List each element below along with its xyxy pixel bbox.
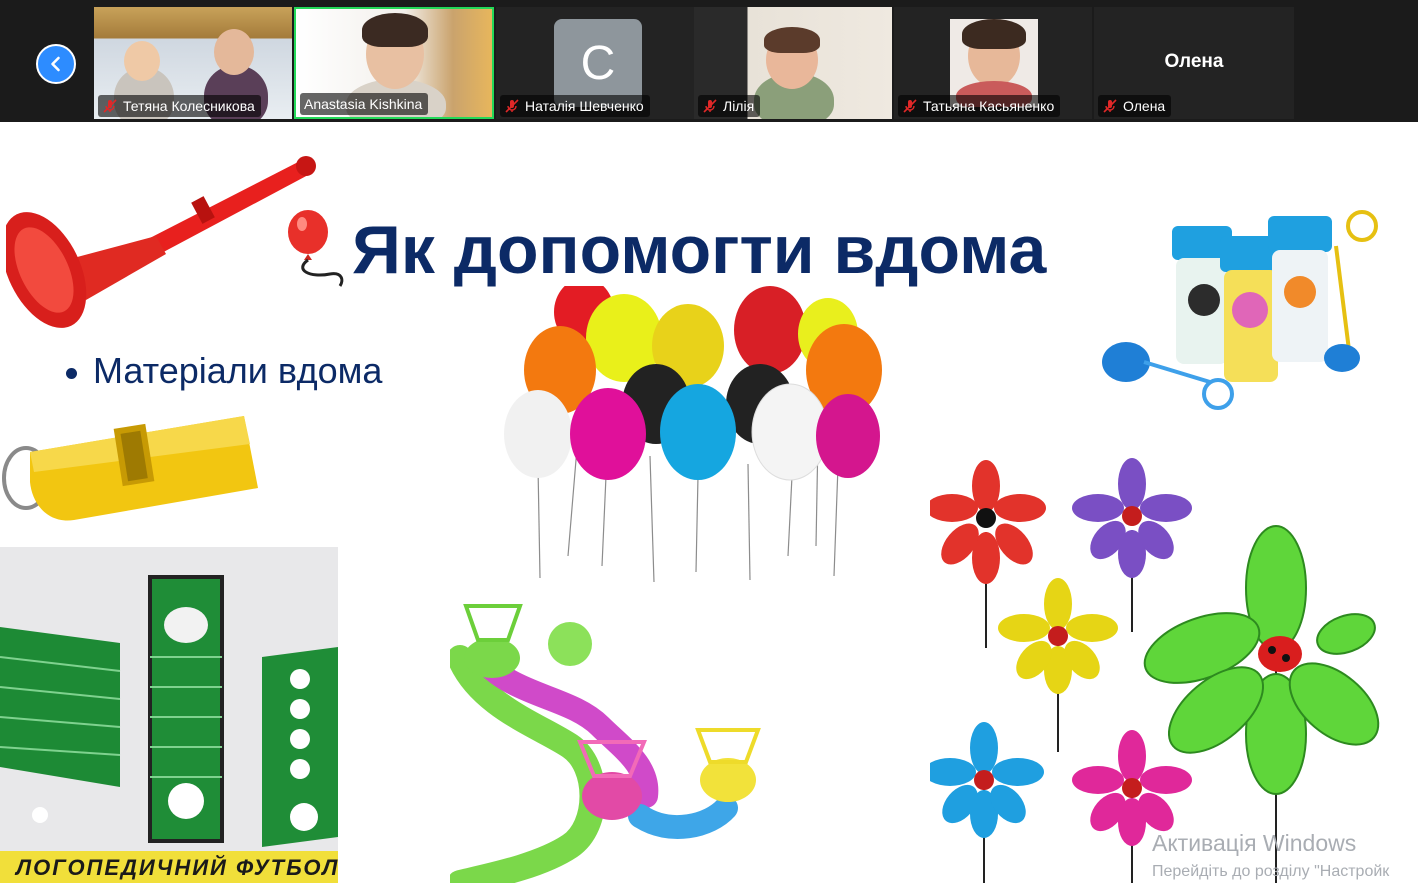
participant-strip: Тетяна Колесникова Anastasia Kishkina C … — [0, 0, 1418, 122]
participant-name-tag: Татьяна Касьяненко — [898, 95, 1061, 117]
participant-tile[interactable]: Олена Олена — [1094, 7, 1294, 119]
football-caption: ЛОГОПЕДИЧНИЙ ФУТБОЛ — [0, 851, 338, 883]
activation-watermark-title: Активація Windows — [1152, 830, 1357, 856]
participant-name-tag: Лілія — [698, 95, 761, 117]
participant-name: Лілія — [723, 98, 755, 114]
participant-tile[interactable]: Тетяна Колесникова — [94, 7, 292, 119]
chevron-left-icon — [51, 56, 60, 72]
participant-name: Олена — [1123, 98, 1166, 114]
participant-video — [124, 41, 160, 81]
participant-video — [362, 13, 428, 47]
mic-muted-icon — [1103, 99, 1117, 113]
participant-name: Татьяна Касьяненко — [923, 98, 1055, 114]
participant-name-tag: Anastasia Kishkina — [300, 93, 429, 115]
participant-video — [950, 19, 1038, 107]
slide-title: Як допомогти вдома — [352, 212, 1047, 288]
participant-name-tag: Олена — [1098, 95, 1172, 117]
pinwheels-image — [930, 458, 1380, 883]
whistle-image — [2, 416, 258, 521]
shared-slide: Як допомогти вдома Матеріали вдома ЛОГОП… — [0, 122, 1418, 883]
participant-video — [764, 27, 820, 53]
bullet-item: Матеріали вдома — [66, 350, 382, 392]
football-board-drawing — [0, 575, 338, 847]
participant-tile[interactable]: C Наталія Шевченко — [496, 7, 694, 119]
participant-name-tag: Наталія Шевченко — [500, 95, 650, 117]
mic-muted-icon — [505, 99, 519, 113]
horn-image — [6, 156, 316, 328]
activation-watermark-hint: Перейдіть до розділу "Настройк — [1152, 863, 1390, 880]
mic-muted-icon — [903, 99, 917, 113]
participant-avatar: C — [554, 19, 642, 107]
participant-display-name: Олена — [1164, 51, 1224, 72]
participant-tile[interactable]: Татьяна Касьяненко — [894, 7, 1092, 119]
participant-name-tag: Тетяна Колесникова — [98, 95, 261, 117]
participant-tile[interactable]: Лілія — [694, 7, 892, 119]
blow-ball-toy-image — [450, 604, 761, 883]
participant-name: Тетяна Колесникова — [123, 98, 255, 114]
soap-bubbles-image — [1102, 210, 1378, 410]
participant-video — [214, 29, 254, 75]
bullet-dot — [66, 367, 77, 379]
mic-muted-icon — [103, 99, 117, 113]
participant-name: Anastasia Kishkina — [304, 96, 423, 112]
balloon-icon — [288, 210, 344, 287]
mic-muted-icon — [703, 99, 717, 113]
participant-name: Наталія Шевченко — [525, 98, 644, 114]
previous-page-button[interactable] — [36, 44, 76, 84]
logopedic-football-image: ЛОГОПЕДИЧНИЙ ФУТБОЛ — [0, 547, 338, 883]
participant-tile-active-speaker[interactable]: Anastasia Kishkina — [294, 7, 494, 119]
balloons-image — [504, 286, 882, 583]
